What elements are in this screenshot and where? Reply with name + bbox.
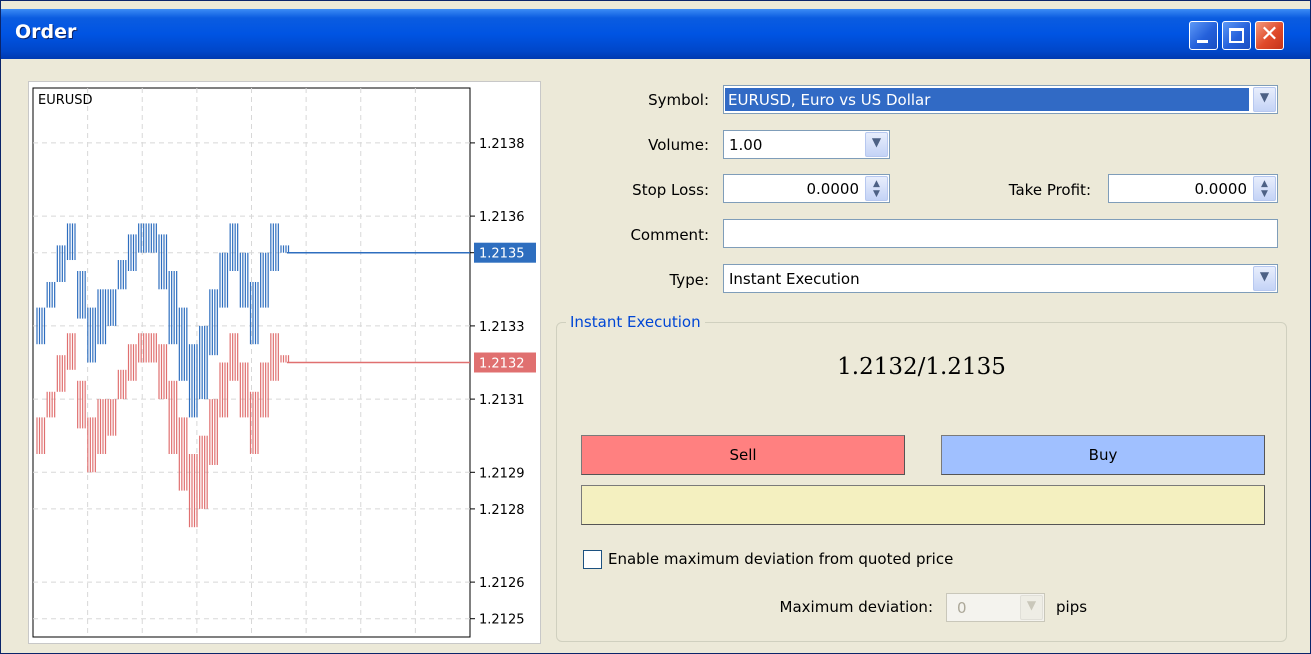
spin-down-icon[interactable]: ▼ [866, 189, 887, 199]
type-dropdown-button[interactable]: ▼ [1253, 266, 1276, 291]
stop-loss-spinner[interactable]: ▲ ▼ [865, 176, 888, 201]
max-deviation-value: 0 [957, 599, 967, 617]
spin-down-icon[interactable]: ▼ [1254, 189, 1275, 199]
chevron-down-icon: ▼ [1026, 598, 1037, 612]
max-deviation-dropdown-button[interactable]: ▼ [1020, 595, 1043, 620]
y-tick-label: 1.2136 [479, 210, 525, 225]
minimize-button[interactable] [1189, 21, 1218, 50]
chevron-down-icon: ▼ [1259, 90, 1270, 104]
y-tick-label: 1.2128 [479, 503, 525, 518]
order-window: Order ✕ 1.2138 1.2136 1.2133 1.2131 1.2129 1.… [0, 0, 1311, 654]
close-button[interactable]: ✕ [1255, 21, 1284, 50]
chevron-down-icon: ▼ [1259, 269, 1270, 283]
take-profit-input[interactable]: 0.0000 ▲ ▼ [1108, 174, 1278, 203]
pips-label: pips [1056, 598, 1088, 616]
type-label: Type: [669, 271, 709, 289]
comment-input[interactable] [723, 219, 1278, 248]
window-title: Order [15, 21, 77, 43]
maximize-button[interactable] [1222, 21, 1251, 50]
y-tick-label: 1.2131 [479, 393, 525, 408]
y-tick-label: 1.2138 [479, 137, 525, 152]
tick-chart: 1.2138 1.2136 1.2133 1.2131 1.2129 1.2128 1.21… [28, 81, 541, 644]
chevron-down-icon: ▼ [871, 135, 882, 149]
bid-ask-price: 1.2132/1.2135 [837, 354, 1006, 380]
maximize-icon [1229, 28, 1244, 43]
stop-loss-input[interactable]: 0.0000 ▲ ▼ [723, 174, 890, 203]
close-order-button[interactable] [581, 485, 1265, 525]
chart-title: EURUSD [38, 93, 93, 108]
comment-label: Comment: [630, 226, 709, 244]
type-select[interactable]: Instant Execution ▼ [723, 264, 1278, 293]
y-tick-label: 1.2133 [479, 320, 525, 335]
type-value: Instant Execution [729, 270, 860, 288]
minimize-icon [1197, 40, 1208, 43]
buy-button[interactable]: Buy [941, 435, 1265, 475]
symbol-select[interactable]: EURUSD, Euro vs US Dollar ▼ [723, 85, 1278, 114]
close-icon: ✕ [1260, 22, 1279, 47]
volume-dropdown-button[interactable]: ▼ [865, 132, 888, 157]
stop-loss-label: Stop Loss: [632, 181, 709, 199]
bid-price-label: 1.2132 [479, 357, 525, 372]
symbol-value: EURUSD, Euro vs US Dollar [725, 88, 1249, 111]
sell-button[interactable]: Sell [581, 435, 905, 475]
group-title: Instant Execution [566, 313, 705, 331]
take-profit-spinner[interactable]: ▲ ▼ [1253, 176, 1276, 201]
volume-value: 1.00 [729, 136, 763, 154]
chart-svg: 1.2138 1.2136 1.2133 1.2131 1.2129 1.2128 1.21… [32, 87, 536, 638]
symbol-dropdown-button[interactable]: ▼ [1253, 87, 1276, 112]
max-deviation-select[interactable]: 0 ▼ [946, 593, 1045, 622]
stop-loss-value: 0.0000 [806, 180, 860, 198]
ask-price-label: 1.2135 [479, 247, 525, 262]
y-tick-label: 1.2129 [479, 466, 525, 481]
take-profit-value: 0.0000 [1194, 180, 1248, 198]
volume-select[interactable]: 1.00 ▼ [723, 130, 890, 159]
enable-deviation-label[interactable]: Enable maximum deviation from quoted pri… [608, 550, 953, 568]
take-profit-label: Take Profit: [1008, 181, 1091, 199]
enable-deviation-checkbox[interactable] [583, 550, 602, 569]
title-bar[interactable]: Order ✕ [1, 9, 1310, 59]
y-tick-label: 1.2125 [479, 613, 525, 628]
symbol-label: Symbol: [648, 91, 709, 109]
spin-up-icon[interactable]: ▲ [1254, 179, 1275, 189]
spin-up-icon[interactable]: ▲ [866, 179, 887, 189]
volume-label: Volume: [648, 136, 709, 154]
max-deviation-label: Maximum deviation: [779, 598, 933, 616]
y-tick-label: 1.2126 [479, 576, 525, 591]
